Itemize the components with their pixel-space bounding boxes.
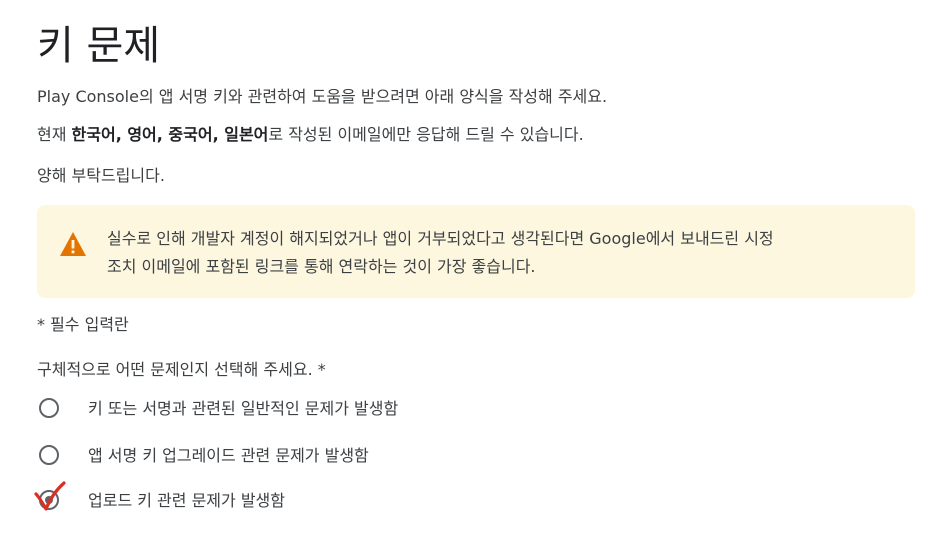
- warning-banner: 실수로 인해 개발자 계정이 해지되었거나 앱이 거부되었다고 생각된다면 Go…: [37, 205, 915, 298]
- warning-triangle-icon: [60, 232, 86, 256]
- radio-option-key-upgrade-issue[interactable]: 앱 서명 키 업그레이드 관련 문제가 발생함: [37, 442, 637, 472]
- apology-text: 양해 부탁드립니다.: [37, 166, 165, 185]
- radio-option-upload-key-issue[interactable]: 업로드 키 관련 문제가 발생함: [37, 487, 637, 517]
- radio-option-general-key-issue[interactable]: 키 또는 서명과 관련된 일반적인 문제가 발생함: [37, 395, 637, 425]
- warning-line-1: 실수로 인해 개발자 계정이 해지되었거나 앱이 거부되었다고 생각된다면 Go…: [107, 229, 774, 248]
- language-note: 현재 한국어, 영어, 중국어, 일본어로 작성된 이메일에만 응답해 드릴 수…: [37, 124, 584, 146]
- language-note-suffix: 로 작성된 이메일에만 응답해 드릴 수 있습니다.: [268, 125, 584, 144]
- page-title: 키 문제: [37, 23, 161, 69]
- radio-button-selected[interactable]: [39, 490, 59, 510]
- required-fields-note: * 필수 입력란: [37, 315, 129, 334]
- radio-option-label: 키 또는 서명과 관련된 일반적인 문제가 발생함: [88, 399, 399, 418]
- warning-line-2: 조치 이메일에 포함된 링크를 통해 연락하는 것이 가장 좋습니다.: [107, 257, 536, 276]
- language-note-prefix: 현재: [37, 125, 72, 144]
- supported-languages: 한국어, 영어, 중국어, 일본어: [71, 125, 269, 144]
- radio-option-label: 앱 서명 키 업그레이드 관련 문제가 발생함: [88, 446, 369, 465]
- radio-option-label: 업로드 키 관련 문제가 발생함: [88, 491, 285, 510]
- radio-button[interactable]: [39, 445, 59, 465]
- page: 키 문제 Play Console의 앱 서명 키와 관련하여 도움을 받으려면…: [0, 0, 950, 537]
- warning-text: 실수로 인해 개발자 계정이 해지되었거나 앱이 거부되었다고 생각된다면 Go…: [107, 225, 897, 281]
- intro-text: Play Console의 앱 서명 키와 관련하여 도움을 받으려면 아래 양…: [37, 87, 608, 106]
- issue-type-question: 구체적으로 어떤 문제인지 선택해 주세요. *: [37, 360, 326, 379]
- radio-button[interactable]: [39, 398, 59, 418]
